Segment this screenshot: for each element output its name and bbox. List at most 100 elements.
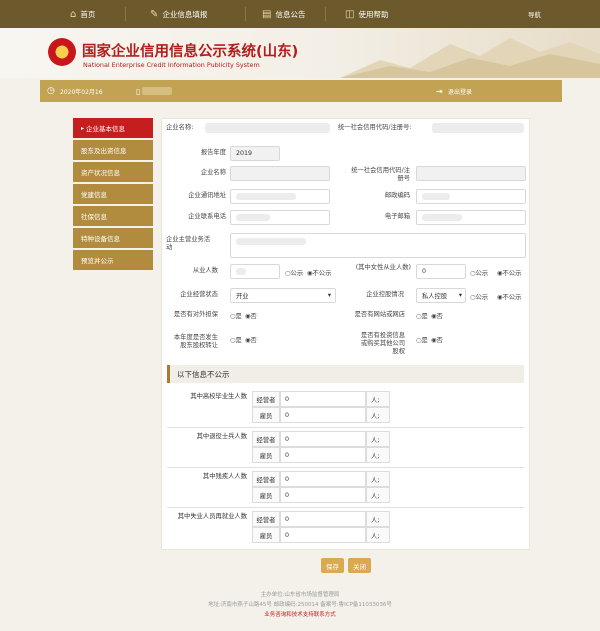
female-public-radio[interactable]: ○公示: [470, 268, 488, 277]
website-yes-radio[interactable]: ○是: [416, 311, 428, 320]
employees-notpublic-radio[interactable]: ◉不公示: [307, 268, 331, 277]
name-label: 企业名称: [200, 169, 226, 176]
operator-input[interactable]: 0: [280, 391, 366, 407]
business-label: 企业主营业务活动: [166, 236, 211, 251]
nav-home[interactable]: ⌂ 首页: [70, 0, 95, 28]
postcode-label: 邮政编码: [384, 192, 410, 199]
unit-label: 人;: [366, 527, 390, 543]
employees-label: 从业人数: [192, 267, 218, 274]
sidebar-item-label: 企业基本信息: [86, 125, 126, 133]
non-public-section-header: 以下信息不公示: [167, 365, 524, 383]
nav-enterprise-report[interactable]: ✎ 企业信息填报: [150, 0, 207, 28]
section-title: 以下信息不公示: [177, 369, 230, 379]
status-select[interactable]: 开业 ▾: [230, 288, 336, 303]
code-field: [416, 166, 526, 181]
group-label: 其中高校毕业生人数: [190, 393, 247, 400]
phone-value: [236, 214, 270, 221]
site-subtitle: National Enterprise Credit Information P…: [83, 61, 260, 69]
stat-group-disabled: 其中残疾人人数 经营者 0 人; 雇员 0 人;: [167, 468, 524, 508]
invest-no-radio[interactable]: ◉否: [431, 335, 443, 344]
unit-label: 人;: [366, 391, 390, 407]
nav-home-label: 首页: [80, 9, 96, 19]
radio-label: 是: [421, 313, 428, 320]
employee-input[interactable]: 0: [280, 447, 366, 463]
sidebar-item-label: 党建信息: [81, 191, 107, 199]
radio-label: 是: [235, 313, 242, 320]
sidebar-item-label: 特种设备信息: [81, 235, 120, 243]
female-input[interactable]: 0: [416, 264, 466, 279]
nav-notices[interactable]: ▤ 信息公告: [262, 0, 305, 28]
stat-group-reemployed: 其中失业人员再就业人数 经营者 0 人; 雇员 0 人;: [167, 508, 524, 548]
chevron-down-icon: ▾: [327, 292, 331, 299]
guarantee-yes-radio[interactable]: ○是: [230, 311, 242, 320]
radio-label: 是: [421, 337, 428, 344]
postcode-value: [422, 193, 450, 200]
operator-input[interactable]: 0: [280, 431, 366, 447]
notice-icon: ▤: [262, 8, 272, 20]
website-label: 是否有网站或网店: [354, 311, 405, 318]
sidebar-item-special-equipment[interactable]: 特种设备信息: [73, 228, 153, 248]
sidebar-item-preview[interactable]: 预览并公示: [73, 250, 153, 270]
user-icon: ▯: [136, 86, 141, 96]
logout-icon: ⇥: [436, 86, 443, 96]
sidebar-item-assets[interactable]: 资产状况信息: [73, 162, 153, 182]
operator-label: 经营者: [252, 391, 280, 407]
chevron-down-icon: ▾: [458, 292, 462, 299]
logout-link[interactable]: 退出登录: [448, 87, 472, 96]
employee-input[interactable]: 0: [280, 407, 366, 423]
holding-public-radio[interactable]: ○公示: [470, 292, 488, 301]
female-notpublic-radio[interactable]: ◉不公示: [497, 268, 521, 277]
address-value: [236, 193, 296, 200]
sidebar-item-social-security[interactable]: 社保信息: [73, 206, 153, 226]
holding-notpublic-radio[interactable]: ◉不公示: [497, 292, 521, 301]
employee-input[interactable]: 0: [280, 527, 366, 543]
nav-divider: [125, 7, 126, 21]
unit-label: 人;: [366, 431, 390, 447]
sidebar-item-party[interactable]: 党建信息: [73, 184, 153, 204]
radio-label: 公示: [290, 270, 304, 277]
clock-icon: ◷: [47, 86, 55, 96]
phone-label: 企业联系电话: [188, 213, 226, 220]
save-button[interactable]: 保存: [321, 558, 344, 573]
invest-yes-radio[interactable]: ○是: [416, 335, 428, 344]
business-textarea[interactable]: [230, 233, 526, 258]
employees-public-radio[interactable]: ○公示: [285, 268, 303, 277]
holding-select[interactable]: 私人控股 ▾: [416, 288, 466, 303]
employee-label: 雇员: [252, 447, 280, 463]
operator-input[interactable]: 0: [280, 511, 366, 527]
sidebar-item-basic-info[interactable]: ▸ 企业基本信息: [73, 118, 153, 138]
sidebar-item-label: 社保信息: [81, 213, 107, 221]
national-emblem-icon: [48, 38, 76, 66]
nav-help[interactable]: ◫ 使用帮助: [345, 0, 388, 28]
sidebar-item-label: 资产状况信息: [81, 169, 120, 177]
operator-input[interactable]: 0: [280, 471, 366, 487]
sidebar-item-shareholders[interactable]: 股东及出资信息: [73, 140, 153, 160]
website-no-radio[interactable]: ◉否: [431, 311, 443, 320]
address-input[interactable]: [230, 189, 330, 204]
equity-label: 本年度是否发生股东股权转让: [173, 334, 218, 349]
operator-label: 经营者: [252, 511, 280, 527]
equity-yes-radio[interactable]: ○是: [230, 335, 242, 344]
guarantee-no-radio[interactable]: ◉否: [245, 311, 257, 320]
close-button[interactable]: 关闭: [348, 558, 371, 573]
radio-label: 公示: [475, 294, 489, 301]
employee-input[interactable]: 0: [280, 487, 366, 503]
female-label: (其中女性从业人数): [355, 264, 411, 271]
email-input[interactable]: [416, 210, 526, 225]
operator-label: 经营者: [252, 471, 280, 487]
nav-divider: [245, 7, 246, 21]
email-label: 电子邮箱: [384, 213, 410, 220]
edit-icon: ✎: [150, 8, 159, 20]
footer-support-link[interactable]: 业务咨询和技术支持联系方式: [0, 610, 600, 620]
phone-input[interactable]: [230, 210, 330, 225]
postcode-input[interactable]: [416, 189, 526, 204]
unit-label: 人;: [366, 471, 390, 487]
equity-no-radio[interactable]: ◉否: [245, 335, 257, 344]
employee-label: 雇员: [252, 407, 280, 423]
radio-label: 否: [250, 337, 257, 344]
nav-guide-link[interactable]: 导航: [528, 0, 541, 28]
top-nav: ⌂ 首页 ✎ 企业信息填报 ▤ 信息公告 ◫ 使用帮助 导航: [0, 0, 600, 28]
group-label: 其中残疾人人数: [202, 473, 247, 480]
help-icon: ◫: [345, 8, 355, 20]
employees-input[interactable]: [230, 264, 280, 279]
